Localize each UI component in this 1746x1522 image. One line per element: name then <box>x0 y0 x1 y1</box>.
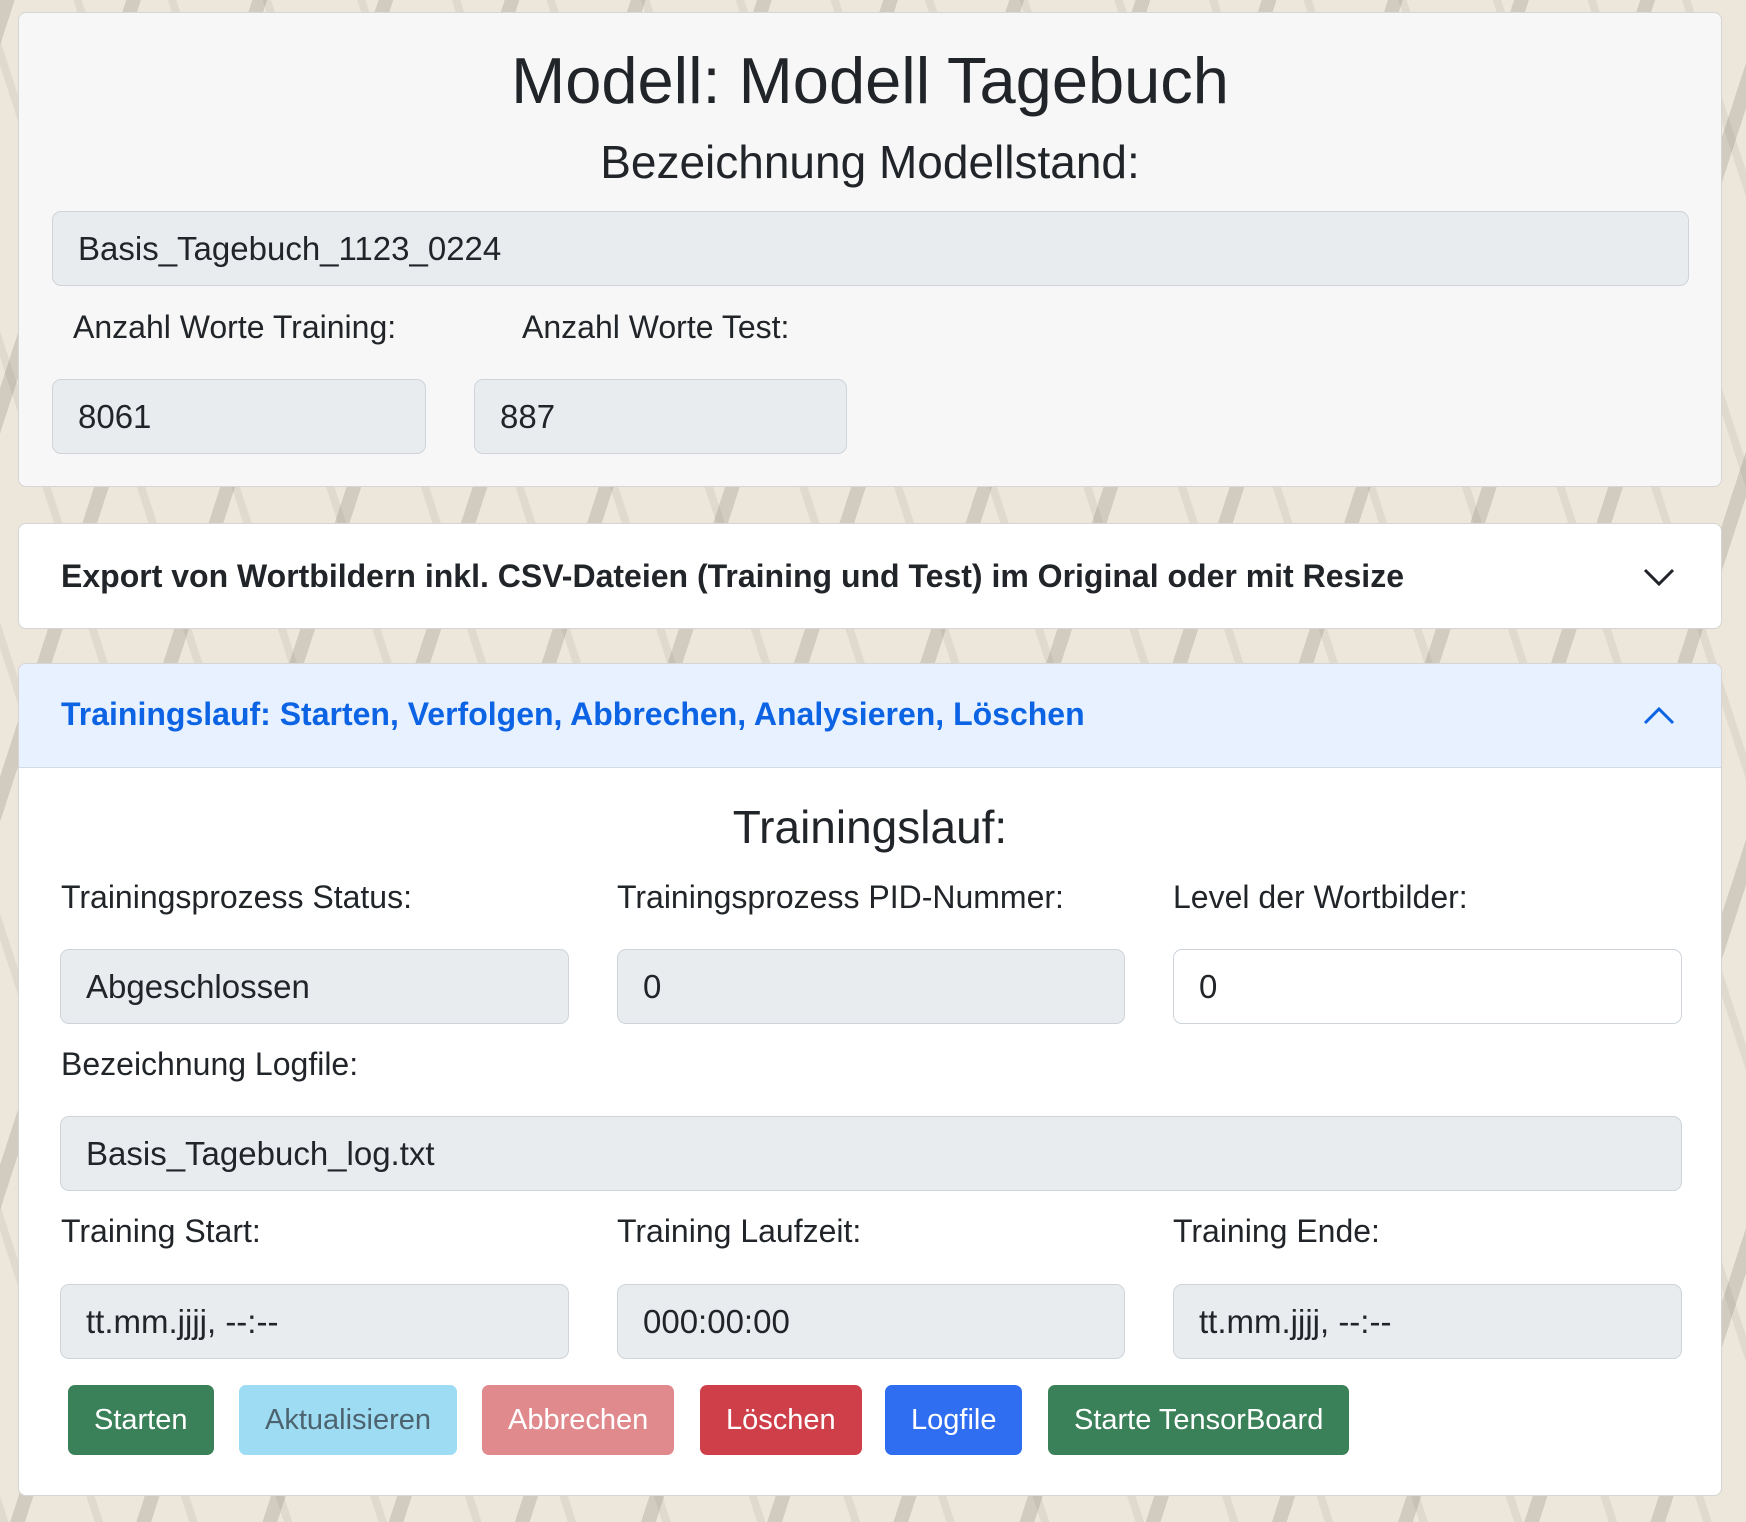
export-accordion-header[interactable]: Export von Wortbildern inkl. CSV-Dateien… <box>18 523 1722 629</box>
start-button[interactable]: Starten <box>68 1385 214 1455</box>
words-test-field[interactable]: 887 <box>474 379 847 454</box>
runtime-field[interactable]: 000:00:00 <box>617 1284 1125 1359</box>
level-label: Level der Wortbilder: <box>1173 879 1468 915</box>
training-accordion-header[interactable]: Trainingslauf: Starten, Verfolgen, Abbre… <box>19 664 1721 768</box>
training-heading: Trainingslauf: <box>732 801 1008 853</box>
logfile-label: Bezeichnung Logfile: <box>61 1046 359 1082</box>
abort-button[interactable]: Abbrechen <box>482 1385 675 1455</box>
level-field[interactable]: 0 <box>1173 949 1682 1024</box>
model-name-field[interactable]: Basis_Tagebuch_1123_0224 <box>52 211 1689 286</box>
model-card: Modell: Modell Tagebuch Bezeichnung Mode… <box>18 12 1722 487</box>
chevron-down-icon <box>1643 568 1675 587</box>
chevron-up-icon <box>1643 706 1675 725</box>
words-training-field[interactable]: 8061 <box>52 379 426 454</box>
words-test-label: Anzahl Worte Test: <box>522 309 790 345</box>
start-label: Training Start: <box>61 1213 261 1249</box>
end-field[interactable]: tt.mm.jjjj, --:-- <box>1173 1284 1682 1359</box>
pid-label: Trainingsprozess PID-Nummer: <box>617 879 1064 915</box>
tensorboard-button[interactable]: Starte TensorBoard <box>1048 1385 1350 1455</box>
status-label: Trainingsprozess Status: <box>61 879 412 915</box>
model-subtitle: Bezeichnung Modellstand: <box>600 136 1140 188</box>
model-title: Modell: Modell Tagebuch <box>511 44 1229 117</box>
end-label: Training Ende: <box>1173 1213 1380 1249</box>
logfile-field[interactable]: Basis_Tagebuch_log.txt <box>60 1116 1682 1191</box>
status-field[interactable]: Abgeschlossen <box>60 949 569 1024</box>
delete-button[interactable]: Löschen <box>700 1385 862 1455</box>
pid-field[interactable]: 0 <box>617 949 1125 1024</box>
refresh-button[interactable]: Aktualisieren <box>239 1385 458 1455</box>
start-field[interactable]: tt.mm.jjjj, --:-- <box>60 1284 569 1359</box>
words-training-label: Anzahl Worte Training: <box>73 309 397 345</box>
export-accordion-title: Export von Wortbildern inkl. CSV-Dateien… <box>61 558 1404 594</box>
runtime-label: Training Laufzeit: <box>617 1213 862 1249</box>
logfile-button[interactable]: Logfile <box>885 1385 1023 1455</box>
training-accordion-title: Trainingslauf: Starten, Verfolgen, Abbre… <box>61 696 1085 732</box>
